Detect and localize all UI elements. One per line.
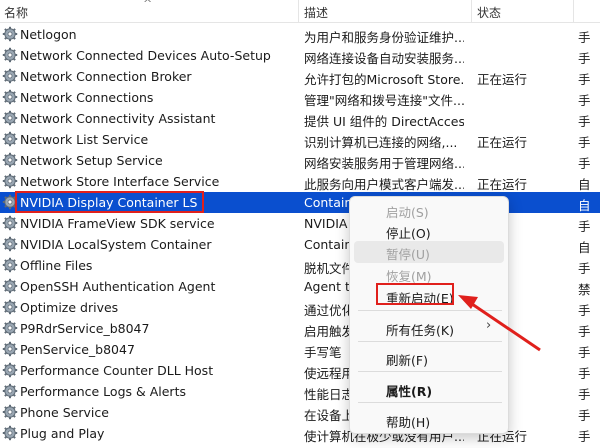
- annotation-arrow-icon: [458, 295, 541, 352]
